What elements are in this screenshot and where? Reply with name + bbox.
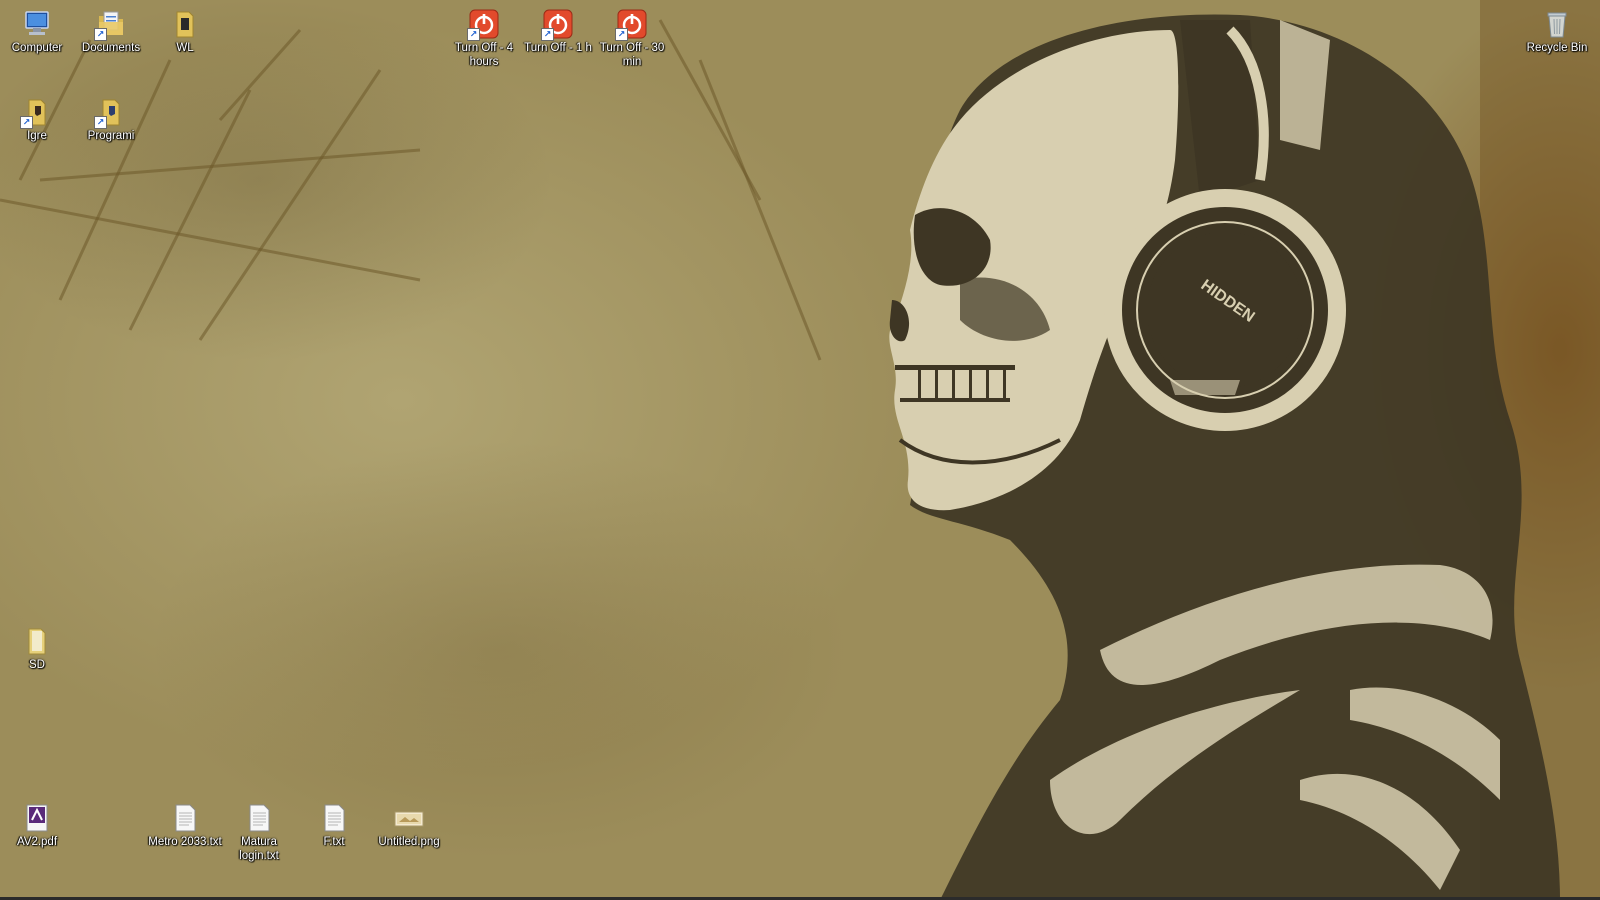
power-shortcut-icon: ↗: [467, 8, 500, 41]
shortcut-arrow-icon: ↗: [94, 116, 107, 129]
desktop-icon-turnoff-4h[interactable]: ↗ Turn Off - 4 hours: [447, 8, 521, 69]
folder-shortcut-icon: ↗: [20, 96, 53, 129]
computer-icon: [21, 8, 53, 40]
desktop-icon-metro[interactable]: Metro 2033.txt: [148, 802, 222, 849]
desktop-icon-matura[interactable]: Matura login.txt: [222, 802, 296, 863]
folder-icon: [21, 625, 53, 657]
text-file-icon: [318, 802, 350, 834]
desktop-icon-igre[interactable]: ↗ Igre: [0, 96, 74, 143]
recycle-bin-icon: [1541, 8, 1573, 40]
desktop-icon-documents[interactable]: ↗ Documents: [74, 8, 148, 55]
text-file-icon: [169, 802, 201, 834]
desktop-icon-sd[interactable]: SD: [0, 625, 74, 672]
shortcut-arrow-icon: ↗: [615, 28, 628, 41]
power-shortcut-icon: ↗: [615, 8, 648, 41]
wallpaper-artwork: HIDDEN: [0, 0, 1600, 900]
power-shortcut-icon: ↗: [541, 8, 574, 41]
desktop-icon-ftxt[interactable]: F.txt: [297, 802, 371, 849]
desktop-icon-av2pdf[interactable]: AV2.pdf: [0, 802, 74, 849]
pdf-file-icon: [21, 802, 53, 834]
documents-folder-icon: ↗: [94, 8, 127, 41]
desktop-icon-wl[interactable]: WL: [148, 8, 222, 55]
shortcut-arrow-icon: ↗: [94, 28, 107, 41]
desktop-icon-recycle-bin[interactable]: Recycle Bin: [1520, 8, 1594, 55]
wallpaper-scratches: [0, 19, 822, 361]
desktop-icon-computer[interactable]: Computer: [0, 8, 74, 55]
folder-icon: [169, 8, 201, 40]
image-file-icon: [393, 802, 425, 834]
shortcut-arrow-icon: ↗: [20, 116, 33, 129]
desktop-icon-untitled-png[interactable]: Untitled.png: [372, 802, 446, 849]
desktop[interactable]: HIDDEN Computer ↗ Documents WL ↗ Turn Of…: [0, 0, 1600, 900]
desktop-icon-turnoff-1h[interactable]: ↗ Turn Off - 1 h: [521, 8, 595, 55]
folder-shortcut-icon: ↗: [94, 96, 127, 129]
shortcut-arrow-icon: ↗: [467, 28, 480, 41]
shortcut-arrow-icon: ↗: [541, 28, 554, 41]
text-file-icon: [243, 802, 275, 834]
desktop-icon-turnoff-30m[interactable]: ↗ Turn Off - 30 min: [595, 8, 669, 69]
desktop-icon-programi[interactable]: ↗ Programi: [74, 96, 148, 143]
